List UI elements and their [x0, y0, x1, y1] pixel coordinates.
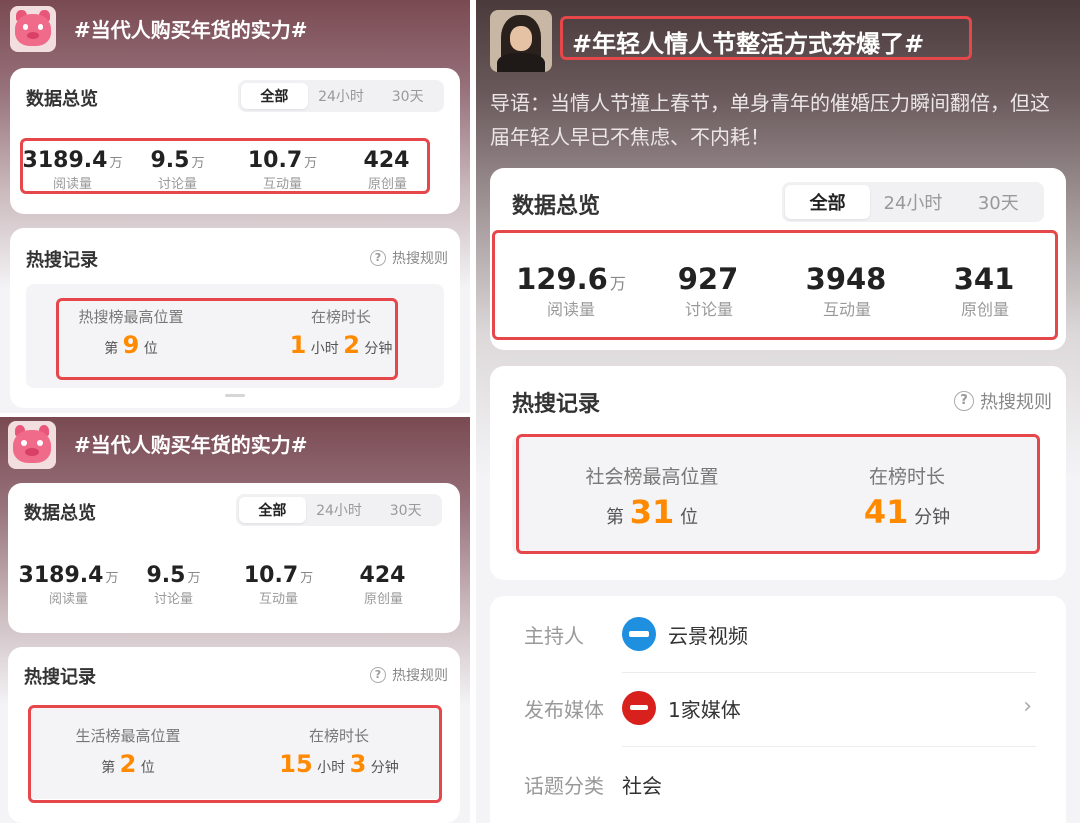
question-icon: ?: [954, 391, 974, 411]
hot-search-box: 社会榜最高位置 第 31 位 在榜时长 41 分钟: [512, 436, 1040, 554]
tab-24h[interactable]: 24小时: [870, 189, 955, 215]
chevron-right-icon[interactable]: ›: [1023, 694, 1032, 719]
host-row[interactable]: 主持人 云景视频: [524, 614, 1036, 654]
media-logo-icon: [622, 691, 656, 725]
topic-title: #年轻人情人节整活方式夯爆了#: [572, 30, 925, 58]
tab-all[interactable]: 全部: [239, 497, 306, 523]
stat-interactions: 3948 互动量: [805, 262, 887, 319]
category-row: 话题分类 社会: [524, 764, 1036, 804]
tab-30d[interactable]: 30天: [374, 86, 441, 106]
host-logo-icon: [622, 617, 656, 651]
topic-title: #当代人购买年货的实力#: [74, 18, 308, 42]
time-range-tabs: 全部 24小时 30天: [782, 182, 1044, 222]
host-value: 云景视频: [668, 623, 748, 648]
tab-30d[interactable]: 30天: [372, 500, 439, 520]
tab-all[interactable]: 全部: [241, 83, 308, 109]
stat-discussions: 9.5 万讨论量: [150, 148, 205, 192]
topic-info-card: 主持人 云景视频 发布媒体 1家媒体 › 话题分类 社会: [490, 596, 1066, 823]
card-title: 数据总览: [24, 503, 96, 524]
topic-panel-1: #当代人购买年货的实力# 数据总览 全部 24小时 30天 3189.4 万阅读量…: [0, 0, 470, 413]
card-title: 热搜记录: [26, 250, 98, 271]
divider: [622, 672, 1036, 673]
stat-discussions: 9.5 万讨论量: [146, 563, 201, 607]
stat-originals: 341 原创量: [953, 262, 1015, 319]
media-row[interactable]: 发布媒体 1家媒体: [524, 688, 1036, 728]
rank-column: 生活榜最高位置 第 2 位: [75, 727, 181, 778]
hot-search-rules-link[interactable]: ? 热搜规则: [370, 665, 448, 685]
stat-originals: 424 原创量: [363, 148, 410, 192]
time-range-tabs: 全部 24小时 30天: [238, 80, 444, 112]
tab-24h[interactable]: 24小时: [306, 500, 373, 520]
stats-row: 3189.4 万阅读量 9.5 万讨论量 10.7 万互动量 424 原创量: [20, 148, 440, 192]
stat-interactions: 10.7 万互动量: [247, 148, 318, 192]
hot-search-card: 热搜记录 ? 热搜规则 热搜榜最高位置 第 9 位 在榜时长 1 小时 2 分钟: [10, 228, 460, 408]
tab-24h[interactable]: 24小时: [308, 86, 375, 106]
data-overview-card: 数据总览 全部 24小时 30天 129.6 万阅读量 927 讨论量 3948 互动…: [490, 168, 1066, 350]
topic-panel-2: #当代人购买年货的实力# 数据总览 全部 24小时 30天 3189.4 万阅读量…: [0, 417, 470, 823]
card-title: 数据总览: [26, 89, 98, 110]
category-value: 社会: [622, 773, 662, 798]
person-avatar-icon[interactable]: [490, 10, 552, 72]
hot-search-card: 热搜记录 ? 热搜规则 生活榜最高位置 第 2 位 在榜时长 15 小时 3 分钟: [8, 647, 460, 823]
stat-interactions: 10.7 万互动量: [243, 563, 314, 607]
card-title: 热搜记录: [512, 392, 601, 417]
stat-reads: 129.6 万阅读量: [516, 262, 626, 319]
hot-search-box: 生活榜最高位置 第 2 位 在榜时长 15 小时 3 分钟: [28, 705, 442, 799]
duration-column: 在榜时长 15 小时 3 分钟: [279, 727, 399, 778]
pig-avatar-icon[interactable]: [8, 421, 56, 469]
stats-row: 3189.4 万阅读量 9.5 万讨论量 10.7 万互动量 424 原创量: [16, 563, 436, 607]
data-overview-card: 数据总览 全部 24小时 30天 3189.4 万阅读量 9.5 万讨论量 10.7…: [8, 483, 460, 633]
data-overview-card: 数据总览 全部 24小时 30天 3189.4 万阅读量 9.5 万讨论量 10.7…: [10, 68, 460, 214]
scroll-handle: [225, 394, 245, 397]
stat-reads: 3189.4 万阅读量: [22, 148, 123, 192]
topic-title: #当代人购买年货的实力#: [74, 433, 308, 457]
topic-panel-3: #年轻人情人节整活方式夯爆了# 导语：当情人节撞上春节，单身青年的催婚压力瞬间翻…: [476, 0, 1080, 823]
card-title: 数据总览: [512, 194, 601, 219]
stats-row: 129.6 万阅读量 927 讨论量 3948 互动量 341 原创量: [502, 262, 1054, 320]
duration-column: 在榜时长 1 小时 2 分钟: [289, 308, 393, 359]
hot-search-rules-link[interactable]: ? 热搜规则: [370, 248, 448, 268]
divider: [622, 746, 1036, 747]
media-label: 发布媒体: [524, 697, 604, 722]
question-icon: ?: [370, 250, 386, 266]
hot-search-rules-link[interactable]: ? 热搜规则: [954, 388, 1052, 414]
hot-search-card: 热搜记录 ? 热搜规则 社会榜最高位置 第 31 位 在榜时长 41 分钟: [490, 366, 1066, 580]
tab-30d[interactable]: 30天: [956, 189, 1041, 215]
stat-discussions: 927 讨论量: [677, 262, 739, 319]
card-title: 热搜记录: [24, 667, 96, 688]
pig-avatar-icon[interactable]: [10, 6, 56, 52]
time-range-tabs: 全部 24小时 30天: [236, 494, 442, 526]
rank-column: 热搜榜最高位置 第 9 位: [78, 308, 184, 359]
tab-all[interactable]: 全部: [785, 185, 871, 219]
host-label: 主持人: [524, 623, 584, 648]
category-label: 话题分类: [524, 773, 604, 798]
duration-column: 在榜时长 41 分钟: [863, 466, 951, 531]
stat-reads: 3189.4 万阅读量: [18, 563, 119, 607]
topic-intro: 导语：当情人节撞上春节，单身青年的催婚压力瞬间翻倍，但这届年轻人早已不焦虑、不内…: [490, 91, 1050, 149]
question-icon: ?: [370, 667, 386, 683]
rank-column: 社会榜最高位置 第 31 位: [585, 466, 719, 531]
stat-originals: 424 原创量: [359, 563, 406, 607]
media-value: 1家媒体: [668, 697, 741, 722]
hot-search-box: 热搜榜最高位置 第 9 位 在榜时长 1 小时 2 分钟: [26, 284, 444, 388]
